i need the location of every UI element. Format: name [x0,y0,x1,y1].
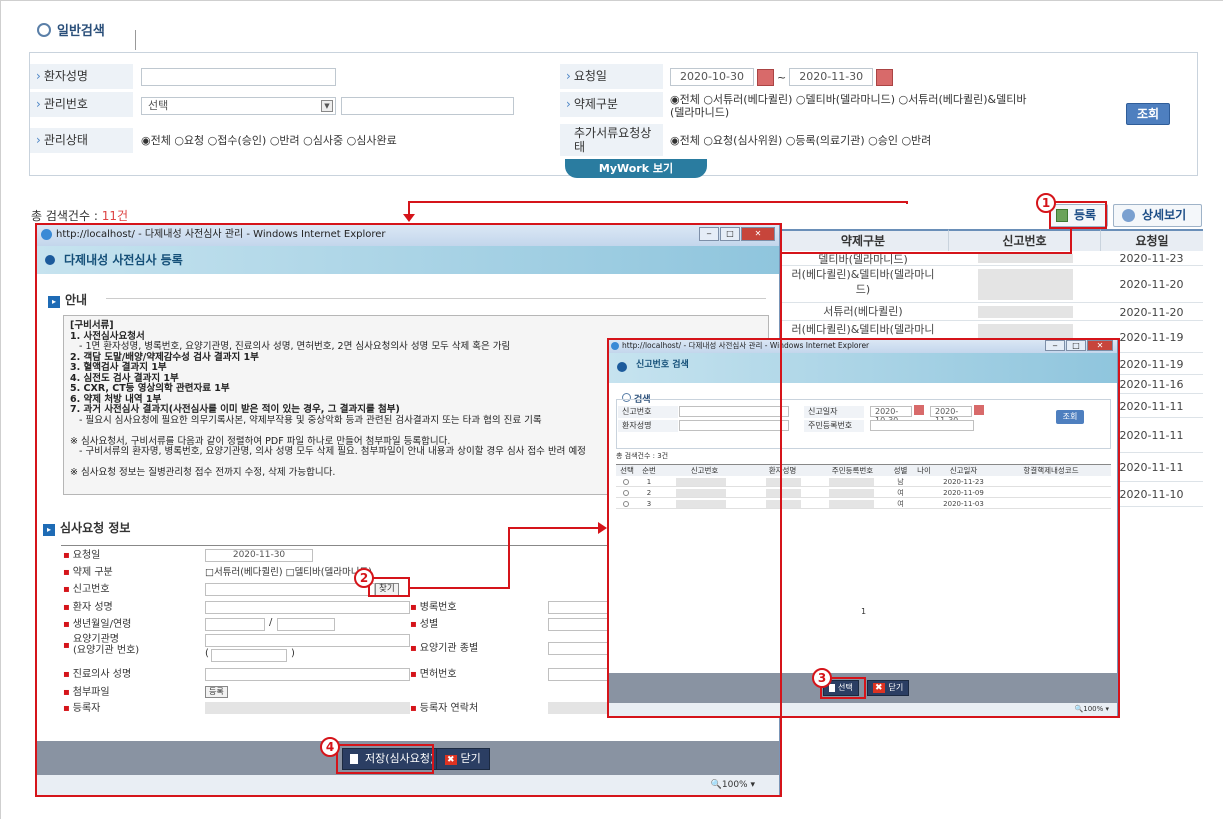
highlight-find [368,577,410,597]
drug-cell: 델티바(델라마니드) [818,253,908,266]
drug-cell: 러(베다퀼린)&델티바(델라마니 [791,268,935,281]
drug-cell-cont: 드) [855,283,871,296]
title-divider [135,30,136,50]
highlight-search-window [607,338,1120,718]
report-no-cell [978,306,1073,318]
tilde: ~ [777,70,787,84]
highlight-register [1049,201,1107,229]
step-2-badge: 2 [354,568,374,588]
mywork-tab[interactable]: MyWork 보기 [565,159,707,178]
step-4-badge: 4 [320,737,340,757]
mgmt-no-input[interactable] [341,97,514,115]
date-range: 2020-10-30 ~ 2020-11-30 [670,68,894,86]
report-no-cell [978,254,1073,263]
arrow-line [508,527,510,589]
request-date-cell: 2020-11-20 [1119,305,1184,319]
table-row[interactable]: 서튜러(베다퀼린) 2020-11-20 [778,303,1203,321]
status-radios[interactable]: ◉전체 ○요청 ○접수(승인) ○반려 ○심사중 ○심사완료 [141,128,397,153]
date-to-input[interactable]: 2020-11-30 [789,68,874,86]
extra-docs-label: 추가서류요청상 태 [560,124,663,156]
date-from-input[interactable]: 2020-10-30 [670,68,754,86]
mgmt-no-select[interactable]: 선택 ▼ [141,97,336,115]
search-form: 환자성명 요청일 2020-10-30 ~ 2020-11-30 관리번호 선택… [30,64,1090,162]
arrow-line [410,587,510,589]
table-row[interactable]: 러(베다퀼린)&델티바(델라마니드) 2020-11-20 [778,266,1203,303]
status-label: 관리상태 [30,128,133,153]
arrow-head [598,522,607,534]
request-date-cell: 2020-11-20 [1119,278,1184,291]
patient-name-input[interactable] [141,68,336,86]
chevron-down-icon: ▼ [321,100,333,112]
arrow-head [403,214,415,222]
request-date-cell: 2020-11-23 [1119,252,1184,265]
step-3-badge: 3 [812,668,832,688]
arrow-line [780,252,1072,254]
search-icon [37,22,51,37]
drug-type-radios[interactable]: ◉전체 ○서튜러(베다퀼린) ○델티바(델라마니드) ○서튜러(베다퀼린)&델티… [670,93,1100,119]
user-search-icon [1122,209,1135,222]
report-no-cell [978,269,1073,300]
drug-cell: 러(베다퀼린)&델티바(델라마니 [791,323,935,336]
total-count: 총 검색건수 : 11건 [31,209,128,223]
search-button[interactable]: 조회 [1126,103,1170,125]
step-1-badge: 1 [1036,193,1056,213]
col-request-date: 요청일 [1100,229,1203,251]
arrow-line [508,527,600,529]
patient-name-label: 환자성명 [30,64,133,89]
calendar-icon[interactable] [757,68,774,86]
calendar-icon[interactable] [876,68,894,86]
drug-type-label: 약제구분 [560,92,663,117]
arrow-line [408,201,908,203]
col-report-no: 신고번호 [948,229,1100,251]
arrow-line [906,201,908,204]
highlight-save [336,744,434,774]
arrow-line [1070,229,1072,253]
col-drug: 약제구분 [778,229,948,251]
extra-docs-radios[interactable]: ◉전체 ○요청(심사위원) ○등록(의료기관) ○승인 ○반려 [670,128,931,153]
general-search-title: 일반검색 [37,20,105,39]
mgmt-no-label: 관리번호 [30,92,133,117]
request-date-label: 요청일 [560,64,663,89]
drug-cell: 서튜러(베다퀼린) [823,305,903,318]
detail-view-button[interactable]: 상세보기 [1113,204,1202,227]
